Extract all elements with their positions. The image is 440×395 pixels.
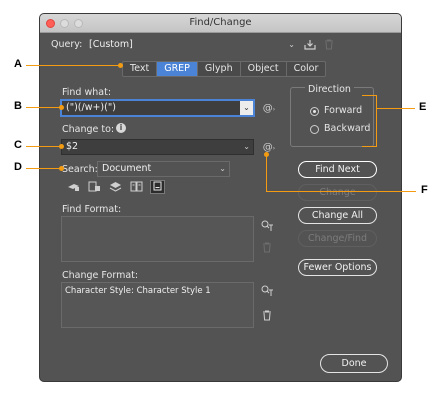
window-title: Find/Change — [189, 17, 252, 28]
callout-a-line — [26, 65, 120, 66]
include-hidden-layers-icon[interactable] — [108, 181, 122, 196]
callout-f-vertical — [266, 155, 267, 191]
include-locked-layers-icon[interactable] — [66, 181, 80, 196]
direction-group — [290, 87, 374, 147]
callout-e-bracket-top — [362, 95, 376, 96]
tab-color[interactable]: Color — [287, 62, 326, 76]
change-format-label: Change Format: — [62, 270, 139, 281]
backward-radio[interactable] — [310, 125, 319, 134]
info-icon[interactable]: i — [116, 123, 126, 133]
format-picker-icon[interactable] — [260, 285, 274, 301]
callout-b-dot — [59, 105, 64, 110]
callout-b-line — [26, 107, 62, 108]
search-scope-select[interactable]: Document ⌄ — [97, 161, 230, 177]
callout-c: C — [14, 139, 22, 151]
change-to-label: Change to: — [62, 124, 115, 135]
backward-label[interactable]: Backward — [324, 123, 370, 134]
callout-d-dot — [59, 166, 64, 171]
chevron-down-icon: ⌄ — [219, 164, 226, 173]
find-format-label: Find Format: — [62, 204, 122, 215]
at-sign-icon[interactable]: @› — [262, 103, 276, 116]
fewer-options-button[interactable]: Fewer Options — [298, 259, 377, 276]
callout-e: E — [419, 101, 427, 113]
chevron-down-icon[interactable]: ⌄ — [243, 140, 250, 154]
callout-e-bracket-bottom — [362, 146, 376, 147]
callout-a-dot — [118, 63, 123, 68]
change-format-value: Character Style: Character Style 1 — [65, 286, 211, 296]
tab-glyph[interactable]: Glyph — [198, 62, 241, 76]
find-what-input[interactable]: (")(/w+)(") ⌄ — [61, 100, 254, 116]
callout-a: A — [14, 58, 22, 70]
change-format-box[interactable]: Character Style: Character Style 1 — [61, 282, 254, 328]
title-bar: Find/Change — [40, 14, 401, 33]
find-next-button[interactable]: Find Next — [298, 161, 377, 178]
callout-b: B — [14, 100, 22, 112]
include-footnotes-icon[interactable] — [150, 180, 165, 194]
chevron-down-icon[interactable]: ⌄ — [240, 101, 253, 115]
callout-e-line — [377, 108, 415, 109]
format-picker-icon[interactable] — [260, 220, 274, 236]
done-button[interactable]: Done — [320, 354, 388, 373]
find-what-value: (")(/w+)(") — [66, 102, 116, 113]
chevron-down-icon: ⌄ — [288, 40, 295, 49]
change-button[interactable]: Change — [298, 184, 377, 201]
find-change-dialog: Find/Change Query: [Custom] ⌄ Text GREP … — [39, 13, 402, 382]
callout-d-line — [26, 168, 62, 169]
search-scope-value: Document — [102, 163, 152, 174]
callout-f: F — [421, 184, 428, 196]
callout-f-line — [266, 191, 416, 192]
search-type-tabs: Text GREP Glyph Object Color — [122, 61, 327, 77]
change-find-button[interactable]: Change/Find — [298, 230, 377, 247]
change-to-value: $2 — [66, 141, 79, 152]
callout-d: D — [14, 161, 22, 173]
include-master-pages-icon[interactable] — [129, 181, 143, 196]
tab-object[interactable]: Object — [241, 62, 287, 76]
query-value: [Custom] — [89, 39, 133, 50]
forward-radio[interactable] — [310, 107, 319, 116]
query-label: Query: — [51, 39, 83, 50]
trash-icon[interactable] — [323, 39, 335, 54]
callout-f-dot — [264, 152, 269, 157]
change-to-input[interactable]: $2 ⌄ — [61, 139, 254, 155]
include-locked-stories-icon[interactable] — [87, 181, 101, 196]
save-query-icon[interactable] — [303, 39, 317, 54]
trash-icon[interactable] — [260, 310, 274, 325]
search-label: Search: — [62, 164, 98, 175]
callout-e-bracket-side — [376, 95, 377, 147]
tab-text[interactable]: Text — [123, 62, 158, 76]
query-select[interactable]: [Custom] ⌄ — [84, 37, 299, 53]
find-what-label: Find what: — [62, 87, 112, 98]
change-all-button[interactable]: Change All — [298, 207, 377, 224]
direction-label: Direction — [305, 84, 354, 95]
forward-label[interactable]: Forward — [324, 105, 362, 116]
trash-icon — [260, 242, 274, 257]
find-format-box[interactable] — [61, 216, 254, 262]
callout-c-dot — [59, 144, 64, 149]
callout-c-line — [26, 146, 62, 147]
tab-grep[interactable]: GREP — [157, 62, 198, 76]
